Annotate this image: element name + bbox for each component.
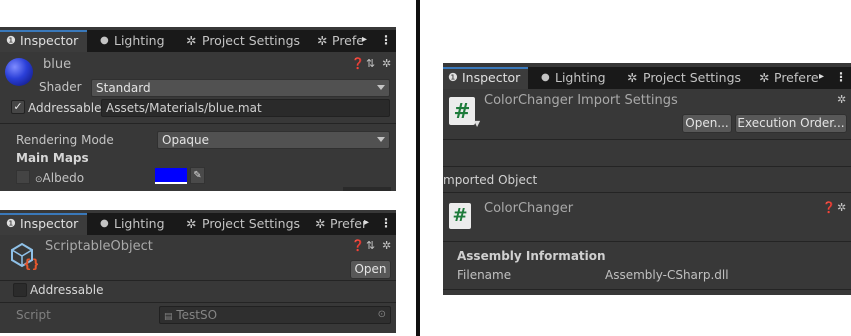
execution-order-button[interactable]: Execution Order... <box>735 114 847 133</box>
tab-overflow-arrow[interactable]: ▸ <box>364 217 369 228</box>
kebab-menu-icon[interactable]: ⋮ <box>380 216 392 230</box>
chevron-down-icon <box>377 137 385 142</box>
kebab-menu-icon[interactable]: ⋮ <box>380 33 392 47</box>
tab-inspector[interactable]: ❶ Inspector <box>0 213 87 235</box>
help-icon[interactable]: ❓ <box>822 202 836 214</box>
addressable-label: Addressable <box>30 283 104 297</box>
material-name: blue <box>43 57 72 72</box>
tab-overflow-arrow[interactable]: ▸ <box>819 71 824 82</box>
tab-overflow-arrow[interactable]: ▸ <box>362 34 367 45</box>
import-settings-title: ColorChanger Import Settings <box>484 93 678 108</box>
divider <box>443 192 851 193</box>
vertical-divider <box>416 0 420 336</box>
albedo-texture-slot[interactable] <box>16 170 30 184</box>
gear-icon[interactable]: ✲ <box>837 202 846 214</box>
addressable-label: Addressable <box>28 101 102 115</box>
gear-icon: ✲ <box>186 216 197 231</box>
partial-field-edge <box>343 187 391 191</box>
lightbulb-icon: ● <box>100 35 109 46</box>
tab-preferences[interactable]: ✲ Prefere <box>757 67 819 89</box>
help-icon[interactable]: ❓ <box>351 58 365 70</box>
texture-picker-icon[interactable]: ⊙ <box>35 175 43 185</box>
dropdown-caret-icon[interactable]: ▼ <box>474 119 480 128</box>
gear-icon[interactable]: ✲ <box>382 240 391 252</box>
tab-bar: ❶ Inspector ● Lighting ✲ Project Setting… <box>443 67 851 89</box>
script-icon: # <box>449 97 475 125</box>
info-icon: ❶ <box>6 217 16 230</box>
tab-lighting[interactable]: ● Lighting <box>96 30 176 52</box>
scriptable-object-inspector-panel: ❶ Inspector ● Lighting ✲ Project Setting… <box>0 210 396 333</box>
addressable-path-field[interactable]: Assets/Materials/blue.mat <box>101 99 390 117</box>
preset-sliders-icon[interactable]: ⇅ <box>366 58 375 70</box>
main-maps-label: Main Maps <box>16 151 89 165</box>
tab-bar: ❶ Inspector ● Lighting ✲ Project Setting… <box>0 213 396 235</box>
addressable-checkbox[interactable]: ✓ <box>11 100 25 114</box>
gear-icon[interactable]: ✲ <box>382 58 391 70</box>
albedo-label: ⊙Albedo <box>35 171 85 185</box>
divider <box>443 166 851 167</box>
tab-lighting[interactable]: ● Lighting <box>96 213 176 235</box>
material-preview-sphere <box>5 58 33 86</box>
gear-icon: ✲ <box>315 216 326 231</box>
kebab-menu-icon[interactable]: ⋮ <box>835 70 847 84</box>
tab-bar: ❶ Inspector ● Lighting ✲ Project Setting… <box>0 30 396 52</box>
assembly-information-header: Assembly Information <box>457 249 606 263</box>
tab-lighting[interactable]: ● Lighting <box>539 67 619 89</box>
gear-icon: ✲ <box>759 70 770 85</box>
material-inspector-panel: ❶ Inspector ● Lighting ✲ Project Setting… <box>0 27 396 191</box>
preset-sliders-icon[interactable]: ⇅ <box>366 240 375 252</box>
albedo-color-swatch[interactable] <box>155 168 187 184</box>
lightbulb-icon: ● <box>100 218 109 229</box>
shader-label: Shader <box>39 80 82 94</box>
import-settings-inspector-panel: ❶ Inspector ● Lighting ✲ Project Setting… <box>443 63 851 295</box>
open-button[interactable]: Open... <box>682 114 732 133</box>
info-icon: ❶ <box>6 34 16 47</box>
tab-inspector[interactable]: ❶ Inspector <box>0 30 87 52</box>
open-button[interactable]: Open <box>350 260 391 279</box>
script-object-field: ▤ TestSO ⊙ <box>159 306 391 324</box>
divider <box>443 139 851 140</box>
script-icon: # <box>449 203 471 229</box>
scriptable-object-icon: {} <box>8 240 40 271</box>
gear-icon: ✲ <box>317 33 328 48</box>
lightbulb-icon: ● <box>541 72 550 83</box>
addressable-checkbox[interactable] <box>13 283 27 297</box>
tab-project-settings[interactable]: ✲ Project Settings <box>625 67 749 89</box>
tab-preferences[interactable]: ✲ Prefer <box>312 213 372 235</box>
shader-dropdown[interactable]: Standard <box>91 79 390 97</box>
rendering-mode-dropdown[interactable]: Opaque <box>157 131 390 149</box>
svg-text:{}: {} <box>23 257 38 270</box>
imported-object-name: ColorChanger <box>484 201 574 216</box>
asset-title: ScriptableObject <box>45 239 153 254</box>
gear-icon: ✲ <box>627 70 638 85</box>
divider <box>443 241 851 242</box>
chevron-down-icon <box>377 85 385 90</box>
gear-icon[interactable]: ✲ <box>837 94 846 106</box>
object-picker-icon: ⊙ <box>377 309 386 320</box>
tab-project-settings[interactable]: ✲ Project Settings <box>183 30 307 52</box>
filename-value: Assembly-CSharp.dll <box>605 268 729 282</box>
divider <box>443 289 851 290</box>
imported-object-header: mported Object <box>443 173 538 187</box>
divider <box>0 302 396 303</box>
rendering-mode-label: Rendering Mode <box>16 133 114 147</box>
tab-inspector[interactable]: ❶ Inspector <box>443 67 528 89</box>
eyedropper-icon[interactable]: ✎ <box>190 167 205 184</box>
help-icon[interactable]: ❓ <box>351 240 365 252</box>
gear-icon: ✲ <box>186 33 197 48</box>
script-label: Script <box>16 308 51 322</box>
tab-project-settings[interactable]: ✲ Project Settings <box>183 213 307 235</box>
info-icon: ❶ <box>448 71 458 84</box>
divider <box>0 280 396 281</box>
script-icon: ▤ <box>164 312 173 322</box>
filename-label: Filename <box>457 268 512 282</box>
divider <box>0 123 396 124</box>
